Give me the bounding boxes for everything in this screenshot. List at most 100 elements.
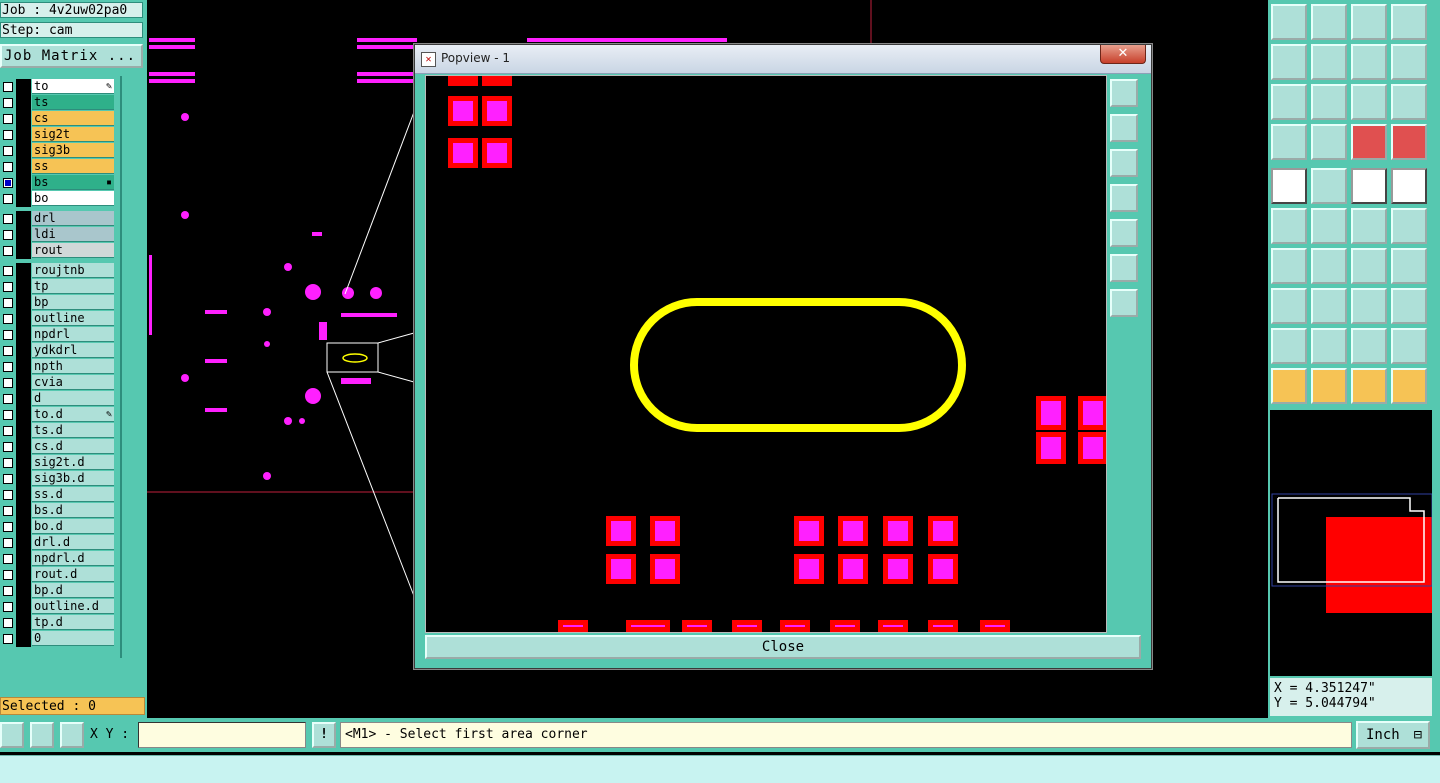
layer-row[interactable]: to ✎ [0,79,120,95]
layer-name[interactable]: cvia [32,375,114,390]
layer-checkbox[interactable] [3,586,13,596]
arrow-up-icon[interactable] [1311,328,1347,364]
measure2-icon[interactable] [1351,288,1387,324]
layer-name[interactable]: outline [32,311,114,326]
left-icon[interactable] [1271,44,1307,80]
move2-icon[interactable] [1391,208,1427,244]
layer-row[interactable]: tp [0,279,120,295]
layer-checkbox[interactable] [3,474,13,484]
layer-checkbox[interactable] [3,230,13,240]
layer-row[interactable]: npth [0,359,120,375]
s-icon[interactable] [1391,44,1427,80]
layer-checkbox[interactable] [3,602,13,612]
layer-checkbox[interactable] [3,554,13,564]
bottom-icon[interactable] [1311,4,1347,40]
layer-row[interactable]: rout.d [0,567,120,583]
layer-checkbox[interactable] [3,442,13,452]
layer-checkbox[interactable] [3,178,13,188]
layer-checkbox[interactable] [3,162,13,172]
layer-checkbox[interactable] [3,246,13,256]
route-select-icon[interactable] [1351,124,1387,160]
measure-icon[interactable] [30,722,54,748]
pointer-icon[interactable] [1271,368,1307,404]
layer-checkbox[interactable] [3,618,13,628]
layer-row[interactable]: ldi [0,227,120,243]
layer-name[interactable]: ts.d [32,423,114,438]
layer-checkbox[interactable] [3,458,13,468]
route-edit-icon[interactable] [1391,124,1427,160]
layer-name[interactable]: cs.d [32,439,114,454]
layer-checkbox[interactable] [3,506,13,516]
cross-icon[interactable] [1311,208,1347,244]
layer-row[interactable]: tp.d [0,615,120,631]
move-icon[interactable] [1351,208,1387,244]
triangle-icon[interactable] [1271,328,1307,364]
layer-checkbox[interactable] [3,282,13,292]
zoom-in-icon[interactable] [1110,289,1138,317]
layer-row[interactable]: cs [0,111,120,127]
overview-map[interactable] [1270,410,1433,676]
pan-left-icon[interactable] [1110,184,1138,212]
layer-checkbox[interactable] [3,570,13,580]
layer-row[interactable]: d [0,391,120,407]
alert-icon[interactable]: ! [312,722,336,748]
layer-checkbox[interactable] [3,330,13,340]
layer-checkbox[interactable] [3,82,13,92]
drafting-icon[interactable] [1271,124,1307,160]
layer-name[interactable]: tp.d [32,615,114,630]
layer-checkbox[interactable] [3,426,13,436]
layer-row[interactable]: bp.d [0,583,120,599]
layer-row[interactable]: cs.d [0,439,120,455]
panel-icon[interactable] [1391,4,1427,40]
pan-up-icon[interactable] [1110,114,1138,142]
layer-name[interactable]: roujtnb [32,263,114,278]
select-rect-icon[interactable] [1311,368,1347,404]
layer-name[interactable]: tp [32,279,114,294]
layer-name[interactable]: sig3b [32,143,114,158]
layer-name[interactable]: bp [32,295,114,310]
layer-row[interactable]: bo [0,191,120,207]
layer-row[interactable]: outline.d [0,599,120,615]
layer-name[interactable]: npth [32,359,114,374]
grid-view-icon[interactable] [1311,124,1347,160]
a-under-icon[interactable] [1391,328,1427,364]
layer-checkbox[interactable] [3,194,13,204]
fit-icon[interactable] [1271,84,1307,120]
layer-name[interactable]: npdrl.d [32,551,114,566]
layer-checkbox[interactable] [3,298,13,308]
layer-checkbox[interactable] [3,490,13,500]
grid-icon[interactable] [60,722,84,748]
layer-name[interactable]: ydkdrl [32,343,114,358]
layer-name[interactable]: npdrl [32,327,114,342]
layer-row[interactable]: to.d ✎ [0,407,120,423]
xy-input[interactable] [138,722,306,748]
layer-name[interactable]: outline.d [32,599,114,614]
layer-row[interactable]: sig3b [0,143,120,159]
layer-checkbox[interactable] [3,146,13,156]
shapes-icon[interactable] [1391,288,1427,324]
swap-icon[interactable] [1351,44,1387,80]
net-icon[interactable] [1271,208,1307,244]
layer-name[interactable]: ldi [32,227,114,242]
layer-name[interactable]: 0 [32,631,114,646]
layer-row[interactable]: npdrl [0,327,120,343]
layer-checkbox[interactable] [3,634,13,644]
popview-graphics[interactable] [425,75,1108,633]
job-matrix-button[interactable]: Job Matrix ... [0,44,143,68]
rotate-icon[interactable] [1351,248,1387,284]
top-icon[interactable] [1271,4,1307,40]
slash-icon[interactable] [1311,248,1347,284]
select-multi-icon[interactable] [1391,368,1427,404]
layer-row[interactable]: bs ▪ [0,175,120,191]
layer-name[interactable]: ts [32,95,114,110]
layer-name[interactable]: ss [32,159,114,174]
layer-row[interactable]: sig3b.d [0,471,120,487]
layer-checkbox[interactable] [3,214,13,224]
layer-name[interactable]: drl [32,211,114,226]
layer-checkbox[interactable] [3,346,13,356]
circle-add-icon[interactable] [1391,168,1427,204]
pad-add-icon[interactable] [1271,168,1307,204]
point-icon[interactable] [1271,288,1307,324]
layer-row[interactable]: roujtnb [0,263,120,279]
layer-row[interactable]: rout [0,243,120,259]
